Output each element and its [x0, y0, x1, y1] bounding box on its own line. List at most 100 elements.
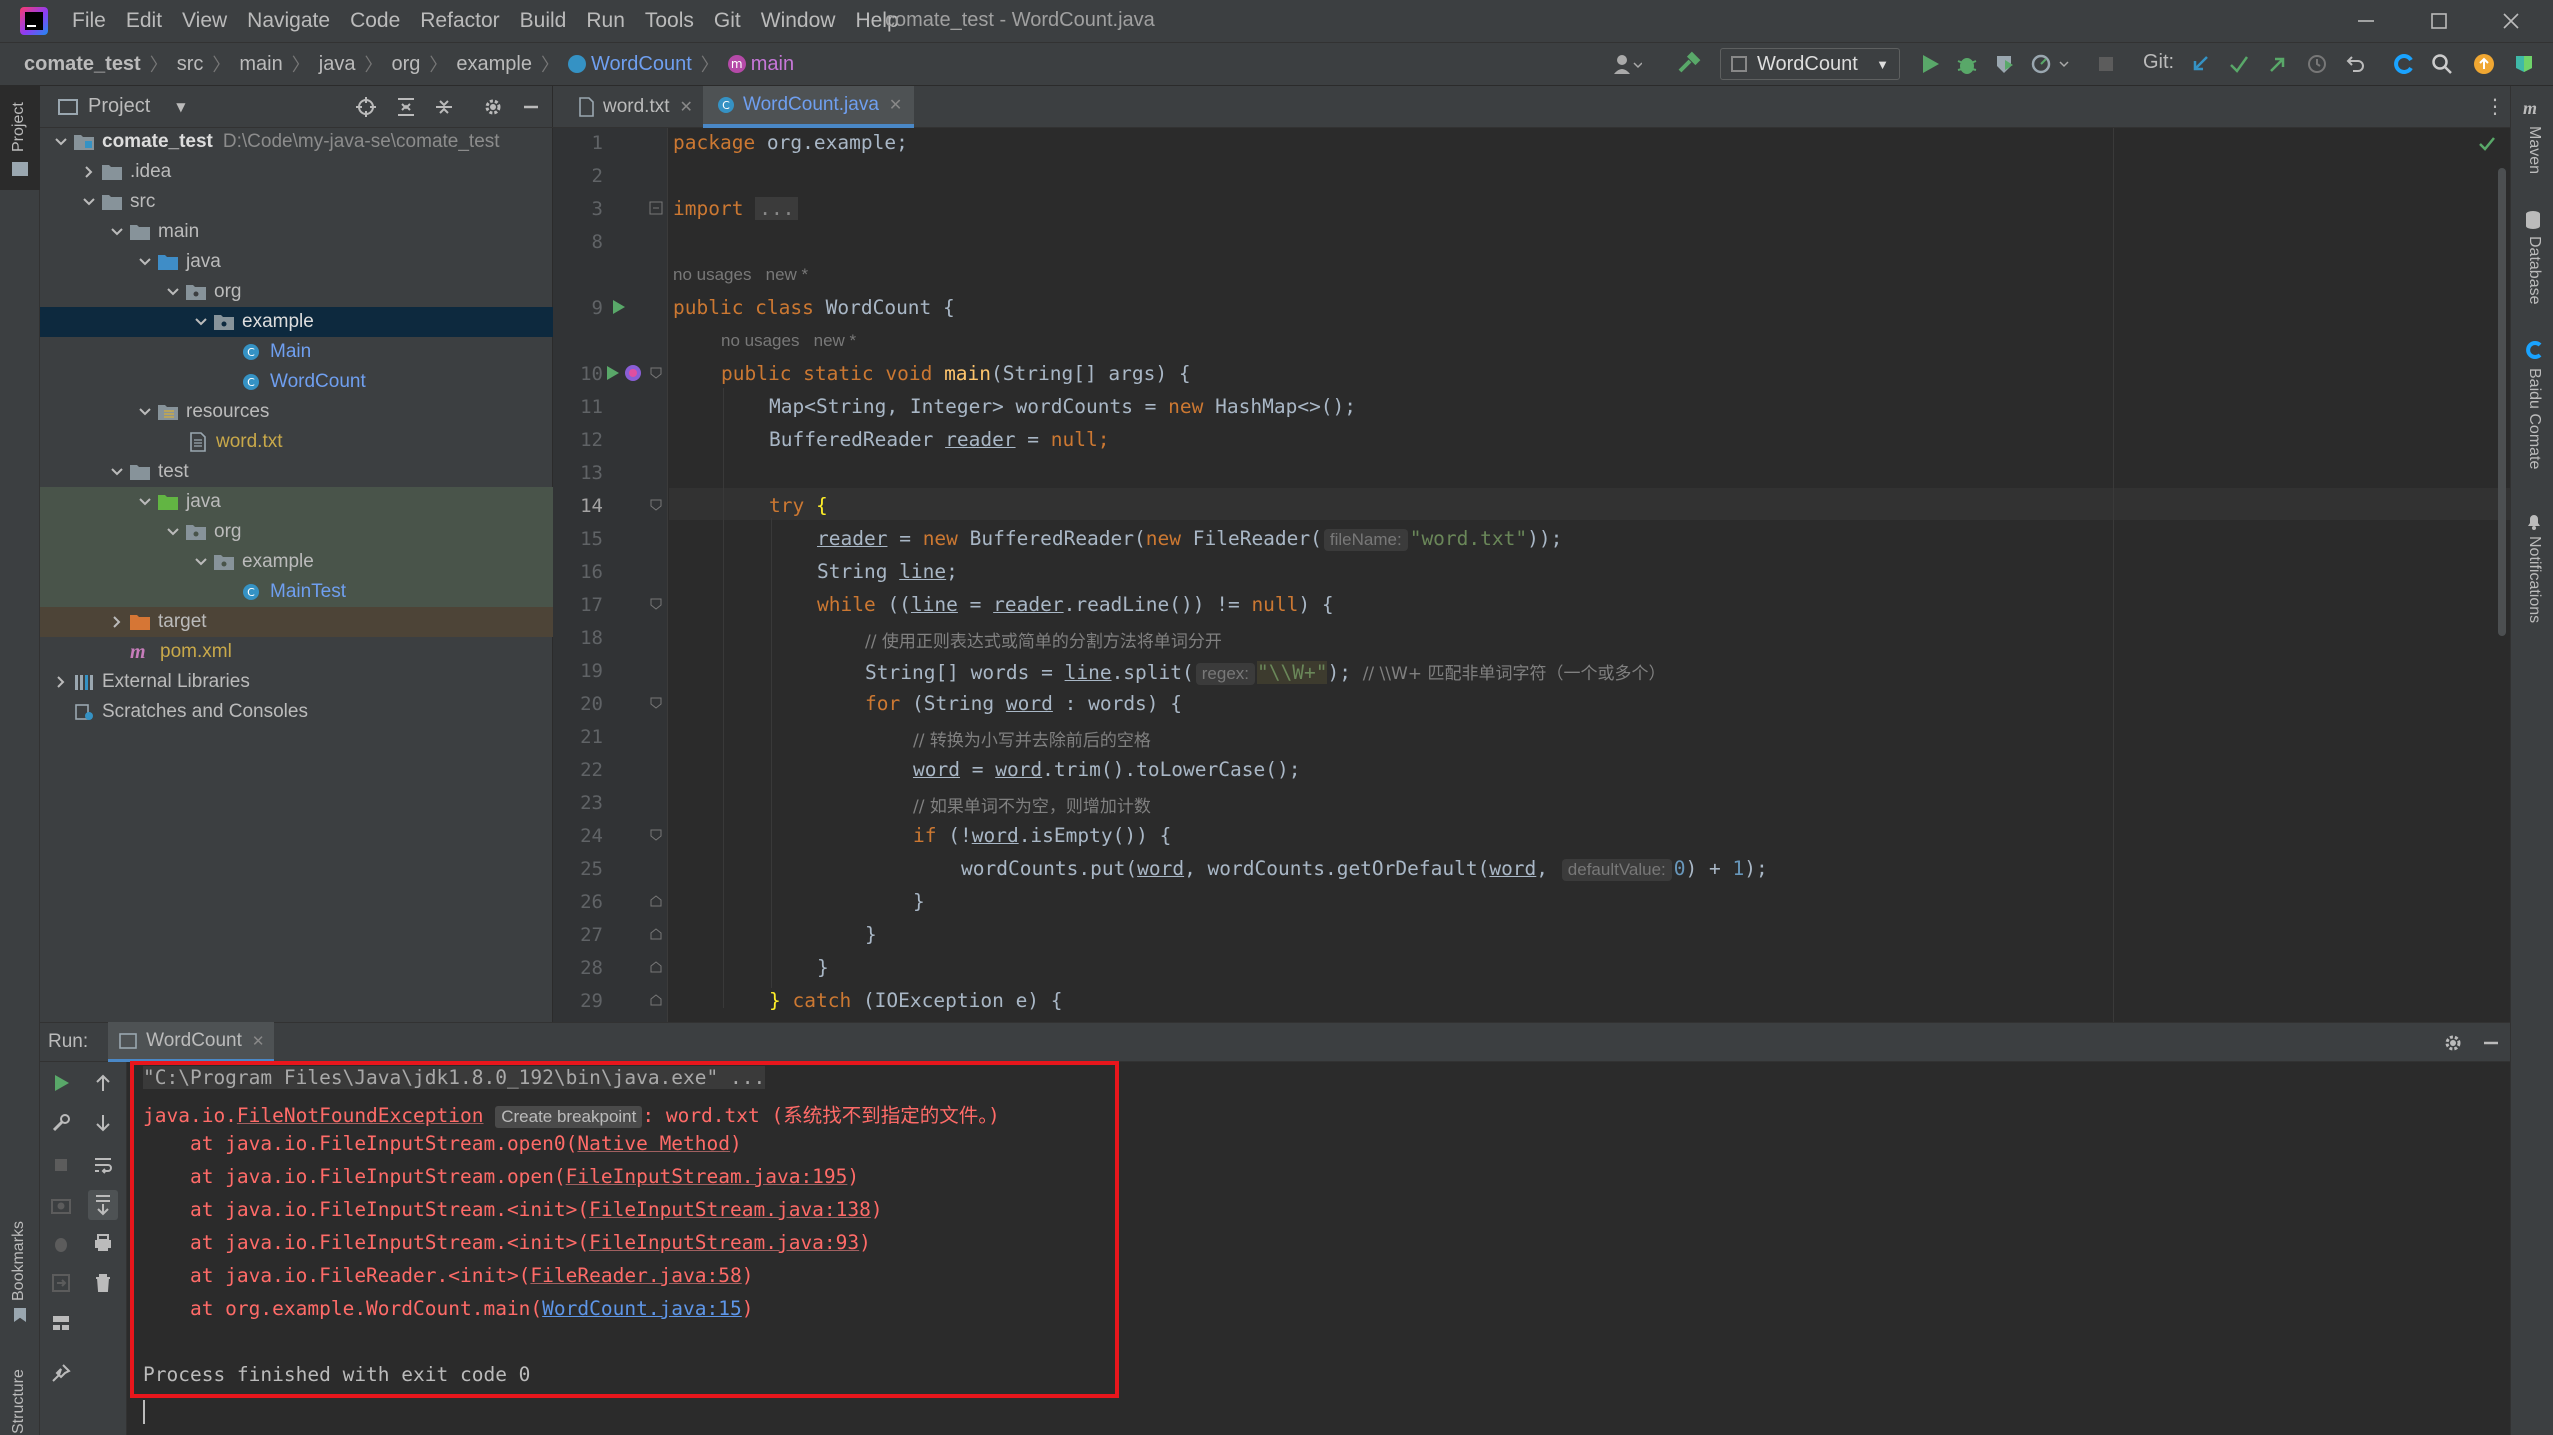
arrow-down-icon[interactable]: [92, 1112, 114, 1134]
exit-icon[interactable]: [50, 1272, 72, 1294]
fold-icon[interactable]: [649, 828, 663, 842]
chevron-down-icon[interactable]: [134, 251, 156, 273]
structure-tool-tab[interactable]: Structure: [0, 1344, 40, 1435]
maximize-button[interactable]: [2428, 10, 2450, 32]
gear-icon[interactable]: [482, 96, 504, 118]
user-icon[interactable]: [1612, 52, 1642, 76]
breadcrumb-src[interactable]: src: [177, 53, 204, 76]
menu-git[interactable]: Git: [704, 9, 751, 33]
rerun-icon[interactable]: [50, 1072, 72, 1094]
fold-icon[interactable]: [649, 366, 663, 380]
exception-class-link[interactable]: FileNotFoundException: [237, 1104, 484, 1127]
tree-item-resources[interactable]: resources: [40, 397, 553, 427]
updates-icon[interactable]: [2472, 52, 2496, 76]
chevron-down-icon[interactable]: [134, 491, 156, 513]
menu-edit[interactable]: Edit: [116, 9, 172, 33]
chevron-down-icon[interactable]: [106, 461, 128, 483]
trash-icon[interactable]: [92, 1272, 114, 1294]
scroll-to-end-toggle[interactable]: [88, 1190, 118, 1220]
run-configuration-selector[interactable]: WordCount ▼: [1720, 48, 1900, 80]
git-push-icon[interactable]: [2265, 52, 2289, 76]
run-gutter-icon[interactable]: [603, 364, 621, 382]
menu-build[interactable]: Build: [510, 9, 577, 33]
tab-word-txt[interactable]: word.txt ✕: [563, 86, 705, 128]
tree-item-org[interactable]: org: [40, 277, 553, 307]
git-update-icon[interactable]: [2189, 52, 2213, 76]
tree-item-maintest-class[interactable]: C MainTest: [40, 577, 553, 607]
chevron-down-icon[interactable]: [134, 401, 156, 423]
run-gutter-icon[interactable]: [609, 298, 627, 316]
tree-item-main[interactable]: main: [40, 217, 553, 247]
run-console-output[interactable]: "C:\Program Files\Java\jdk1.8.0_192\bin\…: [127, 1062, 2510, 1435]
stack-frame-link[interactable]: FileInputStream.java:138: [589, 1198, 871, 1221]
inspection-ok-icon[interactable]: [2477, 134, 2497, 154]
tree-item-external-libraries[interactable]: External Libraries: [40, 667, 553, 697]
stop-icon[interactable]: [50, 1154, 72, 1176]
breadcrumb-method[interactable]: main: [751, 53, 794, 76]
print-icon[interactable]: [92, 1232, 114, 1254]
stack-frame-link[interactable]: WordCount.java:15: [542, 1297, 742, 1320]
stop-icon[interactable]: [2095, 53, 2117, 75]
gear-icon[interactable]: [2442, 1032, 2464, 1054]
breadcrumb-example[interactable]: example: [456, 53, 532, 76]
tree-item-test-java[interactable]: java: [40, 487, 553, 517]
folded-imports[interactable]: ...: [755, 197, 799, 220]
menu-view[interactable]: View: [172, 9, 237, 33]
soft-wrap-icon[interactable]: [92, 1154, 114, 1176]
tree-item-scratches[interactable]: Scratches and Consoles: [40, 697, 553, 727]
run-icon[interactable]: [1918, 52, 1942, 76]
tree-item-comate-test[interactable]: comate_test D:\Code\my-java-se\comate_te…: [40, 127, 553, 157]
notifications-tool-tab[interactable]: Notifications: [2525, 536, 2543, 623]
debug-disabled-icon[interactable]: [50, 1232, 72, 1254]
git-history-icon[interactable]: [2305, 52, 2329, 76]
coverage-icon[interactable]: [1993, 52, 2017, 76]
menu-navigate[interactable]: Navigate: [237, 9, 340, 33]
camera-icon[interactable]: [50, 1194, 72, 1216]
menu-refactor[interactable]: Refactor: [410, 9, 509, 33]
create-breakpoint-chip[interactable]: Create breakpoint: [495, 1106, 643, 1128]
tree-item-java[interactable]: java: [40, 247, 553, 277]
menu-code[interactable]: Code: [340, 9, 410, 33]
tree-item-idea[interactable]: .idea: [40, 157, 553, 187]
chevron-right-icon[interactable]: [50, 671, 72, 693]
stack-frame-link[interactable]: FileInputStream.java:93: [589, 1231, 859, 1254]
tree-item-src[interactable]: src: [40, 187, 553, 217]
chevron-down-icon[interactable]: [162, 281, 184, 303]
tree-item-test[interactable]: test: [40, 457, 553, 487]
fold-icon[interactable]: [649, 201, 663, 215]
minimize-button[interactable]: [2355, 10, 2377, 32]
expand-all-icon[interactable]: [395, 96, 417, 118]
breadcrumb-org[interactable]: org: [391, 53, 420, 76]
wrench-icon[interactable]: [50, 1112, 72, 1134]
arrow-up-icon[interactable]: [92, 1072, 114, 1094]
fold-icon[interactable]: [649, 696, 663, 710]
build-hammer-icon[interactable]: [1676, 51, 1702, 77]
hide-panel-icon[interactable]: [2480, 1032, 2502, 1054]
tree-item-test-example[interactable]: example: [40, 547, 553, 577]
tab-wordcount-java-active[interactable]: C WordCount.java ✕: [703, 86, 915, 128]
usages-hint[interactable]: no usages new *: [721, 331, 856, 351]
close-icon[interactable]: ✕: [252, 1032, 265, 1050]
close-icon[interactable]: ✕: [889, 95, 902, 115]
chevron-down-icon[interactable]: [106, 221, 128, 243]
fold-icon[interactable]: [649, 927, 663, 941]
tree-item-pom-xml[interactable]: m pom.xml: [40, 637, 553, 667]
breadcrumb-java[interactable]: java: [319, 53, 356, 76]
menu-tools[interactable]: Tools: [635, 9, 704, 33]
fold-icon[interactable]: [649, 498, 663, 512]
fold-icon[interactable]: [649, 894, 663, 908]
tree-item-word-txt[interactable]: word.txt: [40, 427, 553, 457]
menu-run[interactable]: Run: [576, 9, 635, 33]
ai-assistant-icon[interactable]: [2512, 52, 2536, 76]
comate-icon[interactable]: [2392, 52, 2416, 76]
chevron-down-icon[interactable]: [50, 131, 72, 153]
baidu-comate-tool-tab[interactable]: Baidu Comate: [2525, 368, 2543, 469]
chevron-down-icon[interactable]: [162, 521, 184, 543]
chevron-down-icon[interactable]: [190, 311, 212, 333]
maven-tool-tab[interactable]: Maven: [2525, 126, 2543, 174]
git-commit-icon[interactable]: [2227, 52, 2251, 76]
tree-item-example-selected[interactable]: example: [40, 307, 553, 337]
search-icon[interactable]: [2430, 52, 2454, 76]
run-tab-wordcount[interactable]: WordCount ✕: [108, 1022, 275, 1062]
tree-item-test-org[interactable]: org: [40, 517, 553, 547]
